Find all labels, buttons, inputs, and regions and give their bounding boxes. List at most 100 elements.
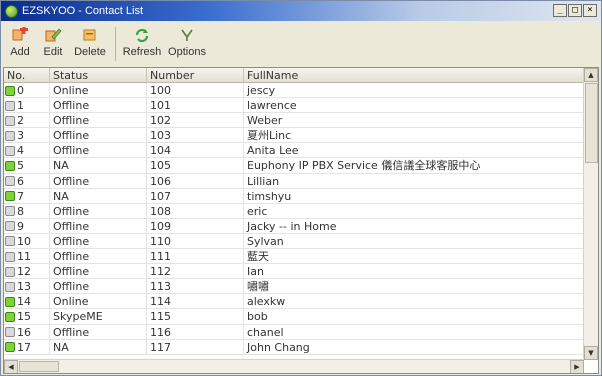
contact-status-icon — [5, 296, 15, 307]
row-number: 107 — [147, 188, 244, 204]
row-no: 0 — [17, 84, 24, 97]
row-no: 7 — [17, 189, 24, 203]
row-number: 113 — [147, 279, 244, 295]
row-status: Offline — [50, 249, 147, 265]
window-title: EZSKYOO - Contact List — [22, 5, 144, 17]
row-no: 11 — [17, 250, 31, 264]
table-row[interactable]: 8 Offline 108 eric — [4, 203, 584, 219]
table-row[interactable]: 10 Offline 110 Sylvan — [4, 233, 584, 250]
options-icon — [181, 29, 193, 41]
row-no: 8 — [17, 204, 24, 218]
row-number: 100 — [147, 83, 244, 98]
column-header-fullname[interactable]: FullName — [244, 68, 584, 83]
add-label: Add — [10, 46, 30, 58]
row-fullname: Sylvan — [247, 234, 284, 248]
row-no: 12 — [17, 265, 31, 279]
add-button[interactable]: Add — [3, 23, 37, 63]
delete-label: Delete — [74, 46, 106, 58]
table-row[interactable]: 14 Online 114 alexkw — [4, 294, 584, 310]
contact-status-icon — [5, 160, 15, 171]
table-row[interactable]: 2 Offline 102 Weber — [4, 113, 584, 129]
edit-contact-icon — [45, 28, 62, 42]
row-number: 112 — [147, 264, 244, 280]
table-row[interactable]: 17 NA 117 John Chang — [4, 339, 584, 355]
table-row[interactable]: 11 Offline 111 藍天 — [4, 249, 584, 265]
maximize-button[interactable]: □ — [568, 4, 582, 17]
scroll-left-icon[interactable]: ◀ — [4, 360, 18, 373]
table-row[interactable]: 6 Offline 106 Lillian — [4, 173, 584, 189]
row-no: 6 — [17, 174, 24, 188]
scroll-down-icon[interactable]: ▼ — [584, 346, 598, 360]
minimize-button[interactable]: _ — [553, 4, 567, 17]
contact-status-icon — [5, 115, 15, 126]
table-row[interactable]: 15 SkypeME 115 bob — [4, 309, 584, 325]
table-row[interactable]: 7 NA 107 timshyu — [4, 188, 584, 204]
row-status: Offline — [50, 98, 147, 114]
edit-label: Edit — [43, 46, 63, 58]
list-header: No. Status Number FullName — [4, 68, 584, 83]
table-row[interactable]: 9 Offline 109 Jacky -- in Home — [4, 218, 584, 234]
row-fullname: 藍天 — [247, 250, 269, 264]
contact-list[interactable]: No. Status Number FullName 0 Online 100 jes… — [3, 67, 599, 374]
horizontal-scrollbar[interactable]: ◀ ▶ — [4, 359, 584, 373]
table-row[interactable]: 16 Offline 116 chanel — [4, 324, 584, 340]
row-status: NA — [50, 158, 147, 174]
row-number: 101 — [147, 98, 244, 114]
window-controls: _ □ × — [553, 4, 597, 17]
contact-status-icon — [5, 281, 15, 292]
row-number: 103 — [147, 128, 244, 144]
row-status: Offline — [50, 203, 147, 219]
row-no: 9 — [17, 219, 24, 233]
column-header-status[interactable]: Status — [50, 68, 147, 83]
row-fullname: Anita Lee — [247, 144, 299, 158]
contact-status-icon — [5, 206, 15, 217]
contact-status-icon — [5, 176, 15, 187]
table-row[interactable]: 0 Online 100 jescy — [4, 83, 584, 99]
contact-list-window: EZSKYOO - Contact List _ □ × Add Edit De… — [0, 0, 602, 376]
vertical-scroll-thumb[interactable] — [585, 83, 598, 163]
refresh-icon — [135, 28, 149, 43]
contact-status-icon — [5, 266, 15, 277]
row-number: 102 — [147, 113, 244, 129]
row-no: 1 — [17, 99, 24, 113]
row-status: Offline — [50, 264, 147, 280]
row-status: Offline — [50, 143, 147, 159]
row-number: 108 — [147, 203, 244, 219]
row-fullname: Weber — [247, 114, 283, 128]
contact-status-icon — [5, 85, 15, 96]
row-status: Online — [50, 294, 147, 310]
row-fullname: 夏州Linc — [247, 129, 292, 143]
contact-status-icon — [5, 145, 15, 156]
options-button[interactable]: Options — [164, 23, 210, 63]
table-row[interactable]: 1 Offline 101 lawrence — [4, 98, 584, 114]
table-row[interactable]: 5 NA 105 Euphony IP PBX Service 儀信議全球客服中心 — [4, 158, 584, 174]
row-status: SkypeME — [50, 309, 147, 325]
column-header-no[interactable]: No. — [4, 68, 50, 83]
table-row[interactable]: 12 Offline 112 Ian — [4, 264, 584, 280]
contact-status-icon — [5, 221, 15, 232]
row-status: Offline — [50, 279, 147, 295]
contact-status-icon — [5, 342, 15, 353]
table-row[interactable]: 3 Offline 103 夏州Linc — [4, 128, 584, 144]
vertical-scrollbar[interactable]: ▲ ▼ — [583, 68, 598, 360]
row-number: 104 — [147, 143, 244, 159]
delete-contact-icon — [83, 29, 96, 41]
table-row[interactable]: 13 Offline 113 嘯嘯 — [4, 279, 584, 295]
scroll-right-icon[interactable]: ▶ — [570, 360, 584, 373]
column-header-number[interactable]: Number — [147, 68, 244, 83]
scroll-up-icon[interactable]: ▲ — [584, 68, 598, 82]
close-button[interactable]: × — [583, 4, 597, 17]
title-bar[interactable]: EZSKYOO - Contact List _ □ × — [1, 1, 601, 21]
table-row[interactable]: 4 Offline 104 Anita Lee — [4, 143, 584, 159]
row-status: Offline — [50, 233, 147, 249]
row-no: 5 — [17, 159, 24, 173]
contact-status-icon — [5, 236, 15, 247]
contact-status-icon — [5, 327, 15, 337]
row-number: 105 — [147, 158, 244, 174]
refresh-button[interactable]: Refresh — [120, 23, 164, 63]
row-no: 17 — [17, 340, 31, 354]
list-rows: 0 Online 100 jescy 1 Offline 101 lawrence 2 Off… — [4, 83, 584, 355]
delete-button[interactable]: Delete — [69, 23, 111, 63]
horizontal-scroll-thumb[interactable] — [19, 361, 59, 372]
edit-button[interactable]: Edit — [37, 23, 69, 63]
